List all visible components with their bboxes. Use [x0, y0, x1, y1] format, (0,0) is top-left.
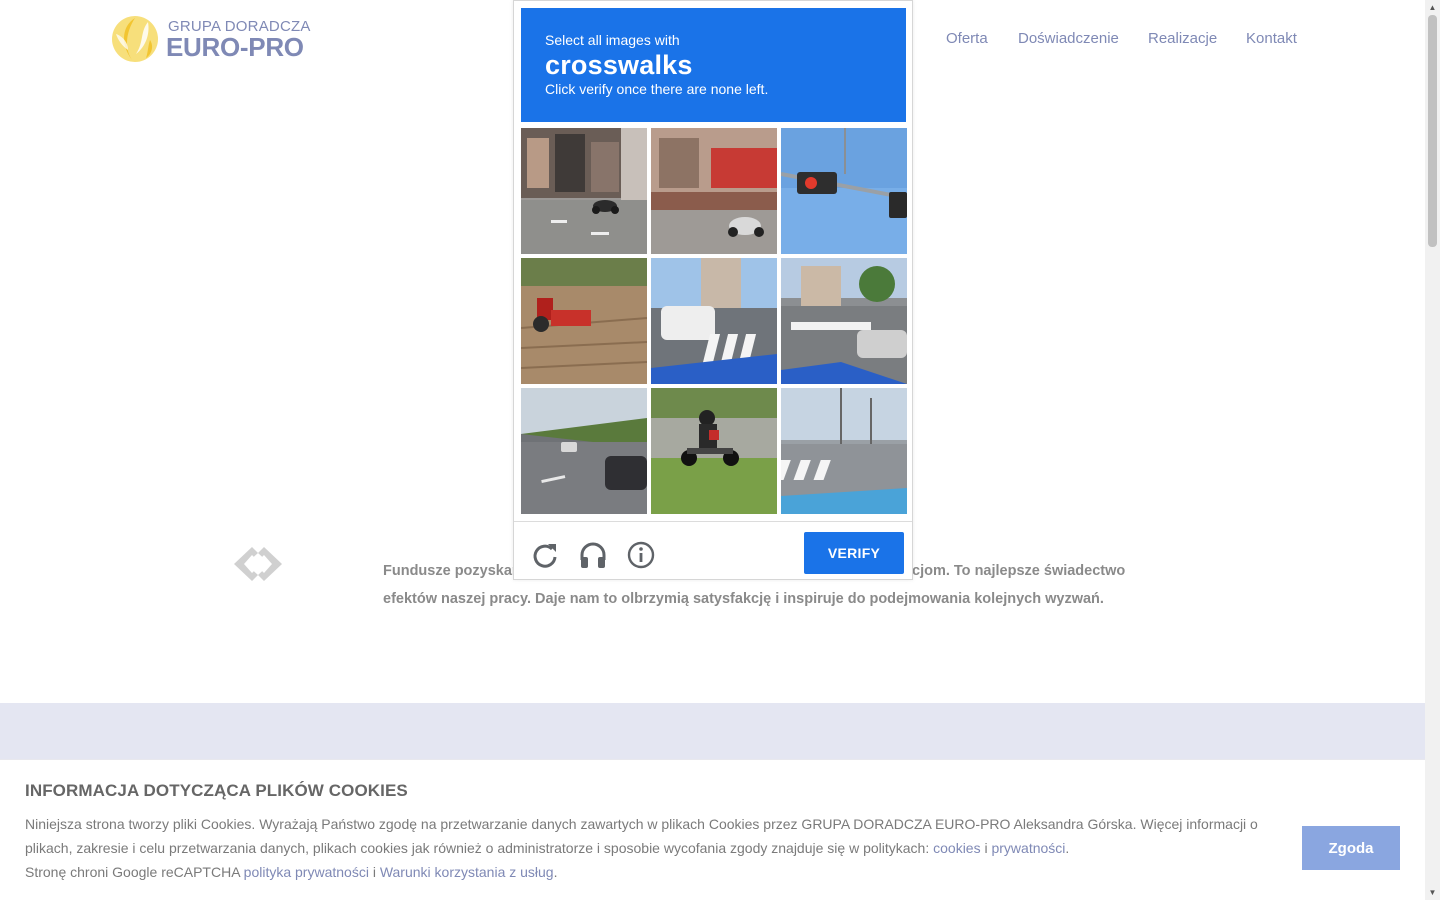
verify-button[interactable]: VERIFY	[804, 532, 904, 574]
cookie-text-and: i	[980, 840, 992, 856]
reload-icon[interactable]	[530, 540, 560, 570]
nav-item-kontakt[interactable]: Kontakt	[1246, 30, 1297, 47]
captcha-keyword: crosswalks	[545, 50, 693, 80]
cookie-text-dot: .	[1065, 840, 1070, 856]
captcha-tile-2[interactable]	[651, 128, 777, 254]
scrollbar-thumb[interactable]	[1428, 15, 1437, 247]
cookie-banner: INFORMACJA DOTYCZĄCA PLIKÓW COOKIES Nini…	[0, 759, 1425, 900]
page-scrollbar[interactable]: ▲ ▼	[1425, 0, 1440, 900]
captcha-tile-6[interactable]	[781, 258, 907, 384]
captcha-instructions: Select all images with crosswalks Click …	[521, 8, 906, 122]
headphones-icon[interactable]	[578, 540, 608, 570]
recaptcha-challenge: Select all images with crosswalks Click …	[513, 0, 913, 580]
cookie-text-main: Niniejsza strona tworzy pliki Cookies. W…	[25, 816, 1258, 856]
logo-text-bottom: EURO-PRO	[166, 32, 304, 62]
traffic-light-image	[781, 128, 907, 254]
quote-line2: efektów naszej pracy. Daje nam to olbrzy…	[383, 591, 1104, 607]
captcha-tile-1[interactable]	[521, 128, 647, 254]
logo[interactable]: GRUPA DORADCZA EURO-PRO	[110, 14, 310, 64]
cookie-title: INFORMACJA DOTYCZĄCA PLIKÓW COOKIES	[25, 781, 408, 800]
captcha-tile-7[interactable]	[521, 388, 647, 514]
nav-item-doswiadczenie[interactable]: Doświadczenie	[1018, 30, 1119, 47]
cookies-policy-link[interactable]: cookies	[933, 840, 980, 856]
google-privacy-link[interactable]: polityka prywatności	[244, 864, 369, 880]
motorcyclist-grass-image	[651, 388, 777, 514]
captcha-tile-3[interactable]	[781, 128, 907, 254]
road-car-crosswalk-image	[651, 258, 777, 384]
logo-sun-icon	[112, 16, 158, 62]
page: GRUPA DORADCZA EURO-PRO s Oferta Doświad…	[0, 0, 1440, 900]
recaptcha-notice-dot: .	[553, 864, 558, 880]
captcha-tile-5[interactable]	[651, 258, 777, 384]
street-scooter-image	[521, 128, 647, 254]
recaptcha-notice-and: i	[368, 864, 380, 880]
road-crosswalk-image	[781, 388, 907, 514]
tractor-field-image	[521, 258, 647, 384]
privacy-policy-link[interactable]: prywatności	[991, 840, 1065, 856]
captcha-footer: VERIFY	[514, 521, 912, 581]
captcha-tile-9[interactable]	[781, 388, 907, 514]
nav-item-realizacje[interactable]: Realizacje	[1148, 30, 1217, 47]
quote-line1-start: Fundusze pozyskan	[383, 563, 521, 579]
captcha-image-grid	[521, 128, 908, 515]
captcha-tile-4[interactable]	[521, 258, 647, 384]
info-icon[interactable]	[626, 540, 656, 570]
nav-item-oferta[interactable]: Oferta	[946, 30, 988, 47]
google-terms-link[interactable]: Warunki korzystania z usług	[380, 864, 554, 880]
intersection-crosswalk-image	[781, 258, 907, 384]
cookie-accept-button[interactable]: Zgoda	[1302, 826, 1400, 870]
street-parked-scooter-image	[651, 128, 777, 254]
scroll-up-arrow-icon[interactable]: ▲	[1425, 0, 1440, 15]
recaptcha-notice: Stronę chroni Google reCAPTCHA	[25, 864, 244, 880]
quote-line1-end: cjom. To najlepsze świadectwo	[912, 563, 1126, 579]
scroll-down-arrow-icon[interactable]: ▼	[1425, 885, 1440, 900]
captcha-instruction-line3: Click verify once there are none left.	[545, 81, 769, 97]
captcha-instruction-line1: Select all images with	[545, 32, 680, 48]
captcha-tile-8[interactable]	[651, 388, 777, 514]
highway-traffic-image	[521, 388, 647, 514]
link-quote-icon	[234, 547, 282, 581]
cookie-text: Niniejsza strona tworzy pliki Cookies. W…	[25, 812, 1295, 884]
